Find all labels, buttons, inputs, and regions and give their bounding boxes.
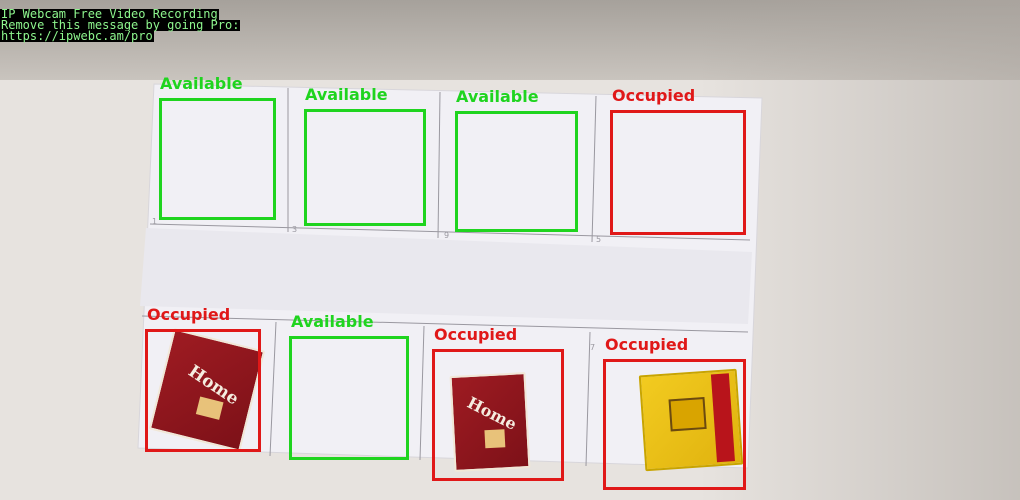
svg-text:9: 9 [444,231,449,240]
slot-label-2: Available [305,85,388,104]
webcam-watermark: IP Webcam Free Video Recording Remove th… [0,8,241,43]
svg-text:1: 1 [152,217,157,226]
svg-text:7: 7 [590,343,595,352]
watermark-line-3: https://ipwebc.am/pro [0,29,154,43]
camera-frame: 1 3 9 5 7 Home Home Available Available … [0,0,1020,500]
slot-label-3: Available [456,87,539,106]
slot-box-3 [455,111,578,232]
slot-label-4: Occupied [612,86,696,105]
slot-box-7 [432,349,564,481]
svg-text:5: 5 [596,235,601,244]
slot-label-8: Occupied [605,335,689,354]
slot-box-4 [610,110,746,235]
slot-box-5 [145,329,261,452]
slot-label-7: Occupied [434,325,518,344]
slot-box-2 [304,109,426,226]
slot-label-6: Available [291,312,374,331]
svg-text:3: 3 [292,225,297,234]
slot-box-6 [289,336,409,460]
slot-box-1 [159,98,276,220]
slot-label-1: Available [160,74,243,93]
slot-label-5: Occupied [147,305,231,324]
slot-box-8 [603,359,746,490]
